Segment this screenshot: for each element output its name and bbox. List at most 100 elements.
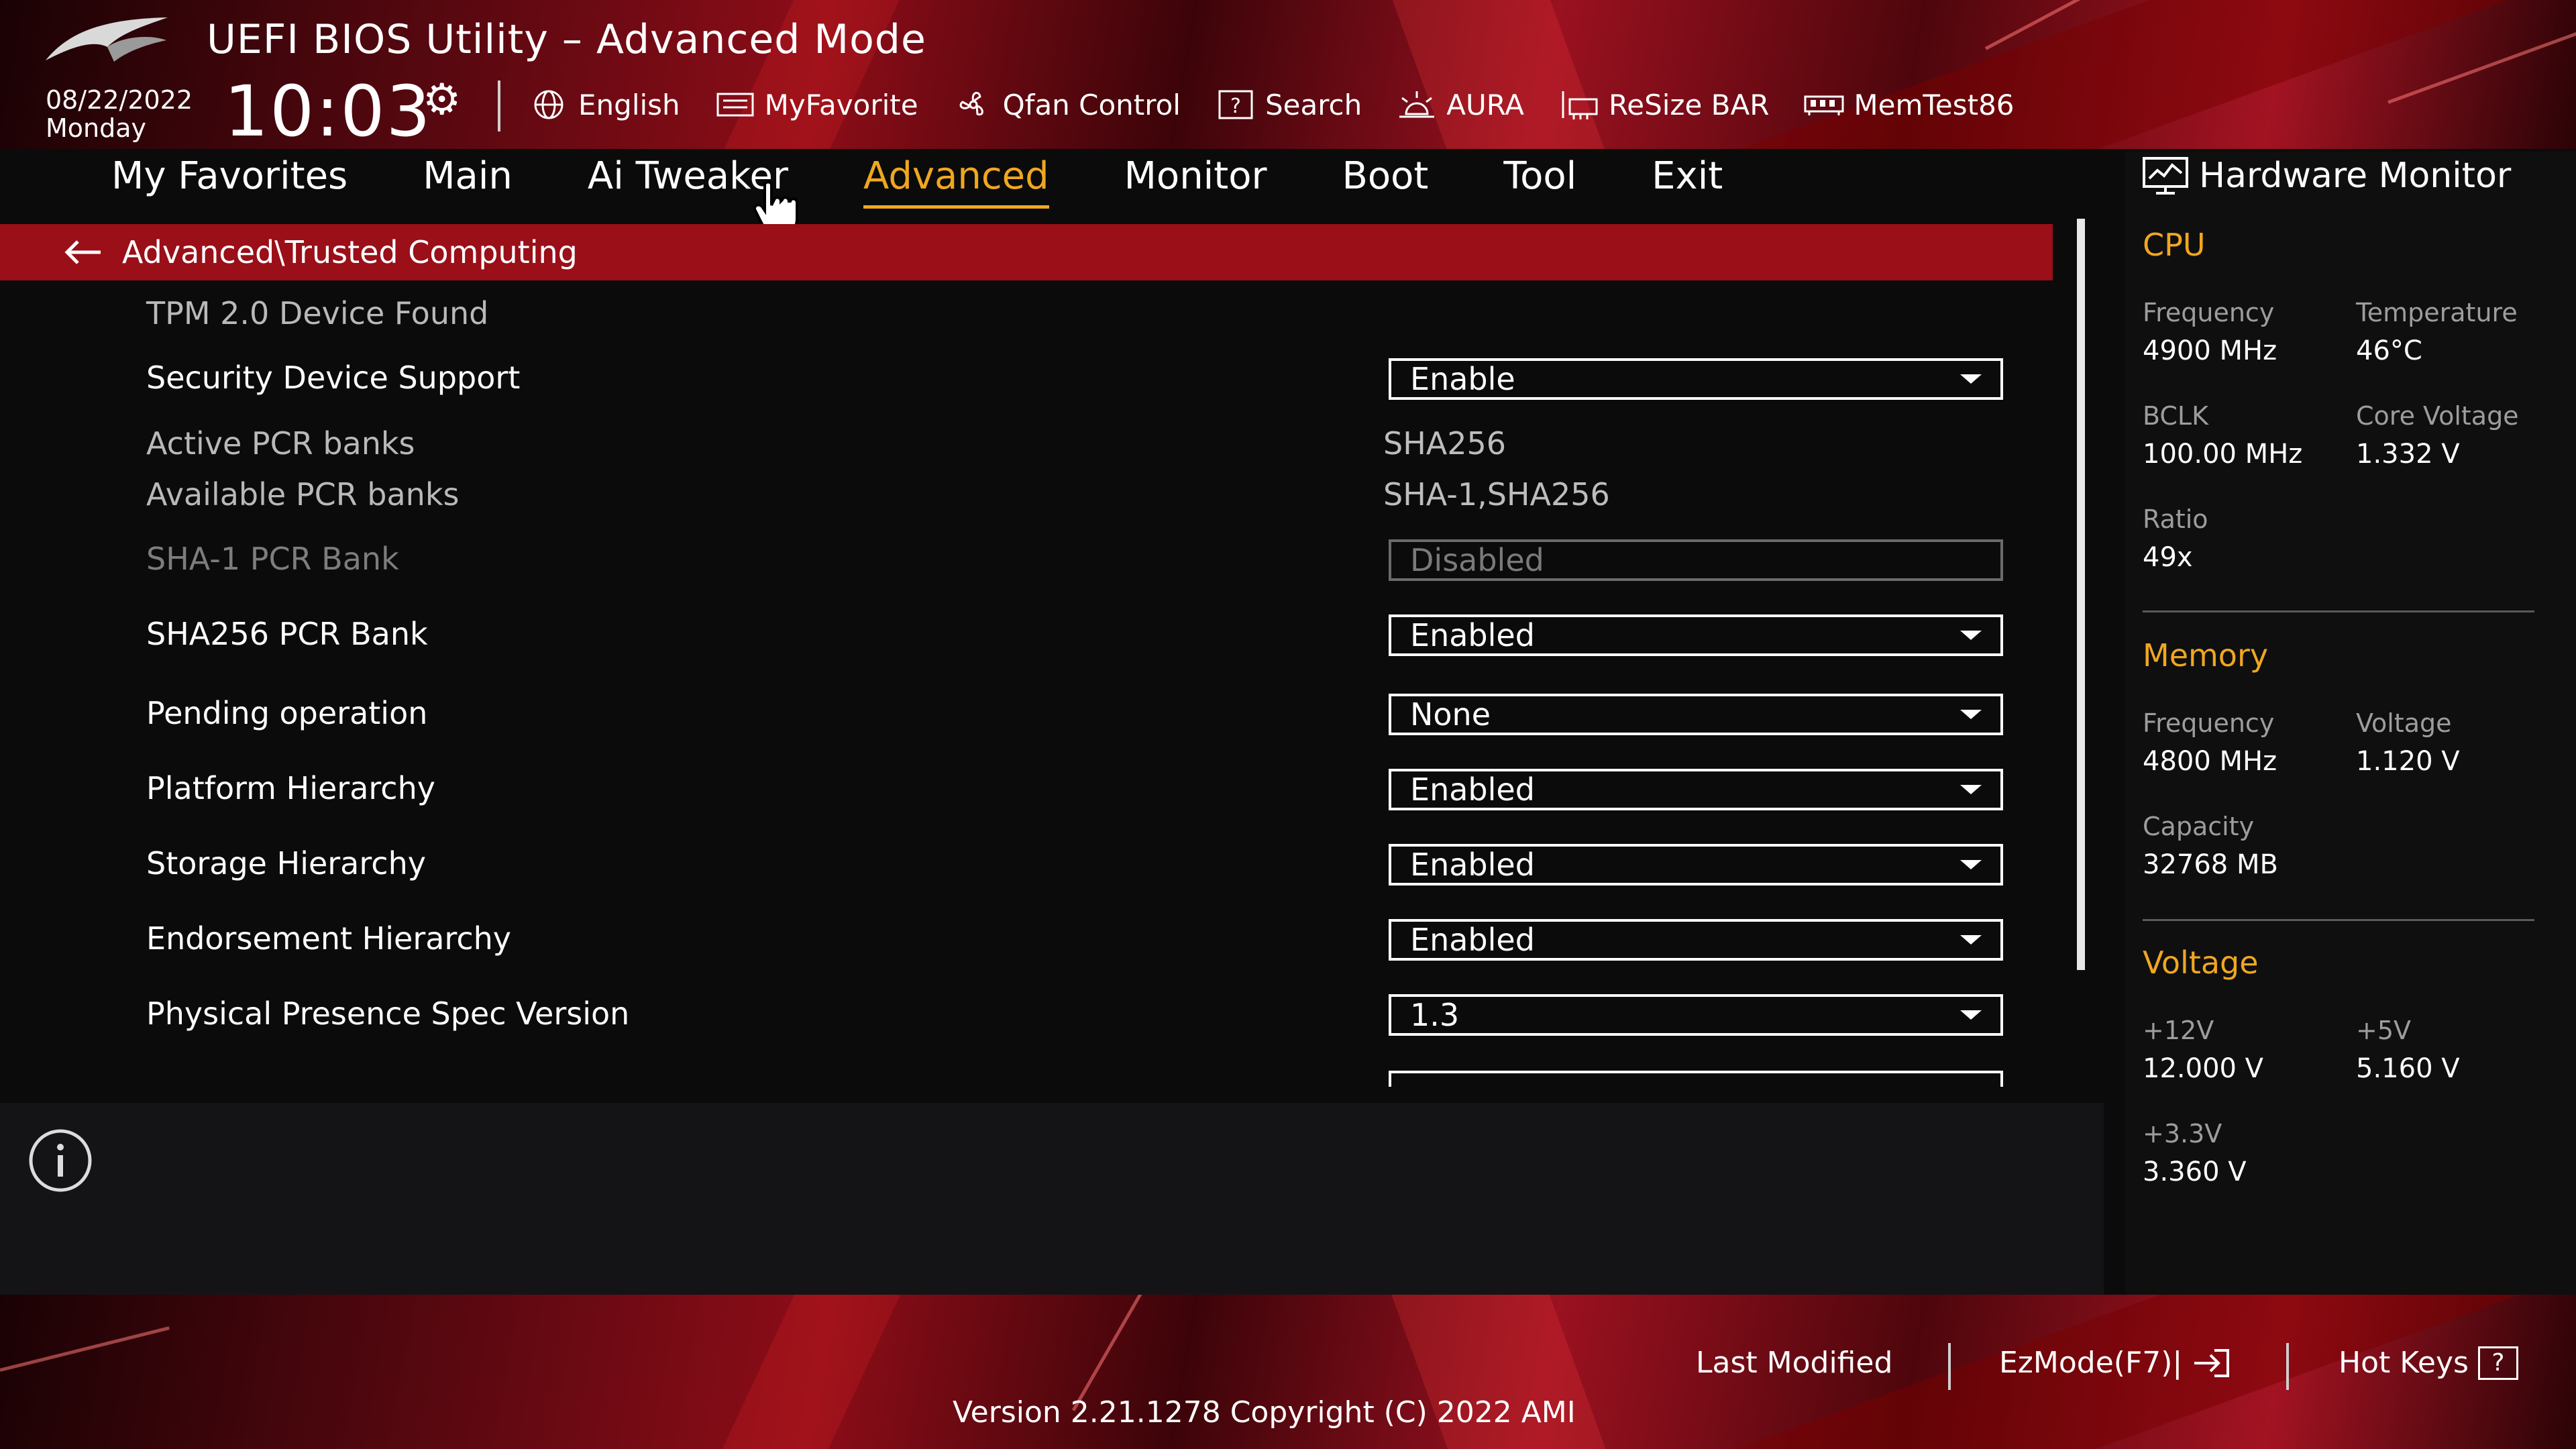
question-box-icon: ? xyxy=(1218,90,1253,119)
available-pcr-banks-label: Available PCR banks xyxy=(146,476,460,513)
pending-operation-label[interactable]: Pending operation xyxy=(146,695,427,731)
header-toolbar: English MyFavorite Qfan Control ? Search… xyxy=(527,85,2015,125)
ratio-value: 49x xyxy=(2143,542,2193,573)
ezmode-button[interactable]: EzMode(F7)| xyxy=(1999,1346,2232,1380)
tab-exit[interactable]: Exit xyxy=(1652,154,1723,205)
platform-hierarchy-dropdown[interactable]: Enabled xyxy=(1389,769,2003,810)
settings-scrollbar[interactable] xyxy=(2077,219,2085,970)
storage-hierarchy-dropdown[interactable]: Enabled xyxy=(1389,844,2003,885)
footer-divider xyxy=(1948,1343,1951,1390)
dropdown-value: Disabled xyxy=(1410,542,1544,578)
endorsement-hierarchy-label[interactable]: Endorsement Hierarchy xyxy=(146,920,511,957)
cpu-temperature-value: 46°C xyxy=(2356,335,2422,366)
language-label: English xyxy=(578,88,680,121)
date-display: 08/22/2022 Monday xyxy=(46,86,193,142)
myfavorite-label: MyFavorite xyxy=(764,88,918,121)
qfan-button[interactable]: Qfan Control xyxy=(952,87,1181,122)
v12-label: +12V xyxy=(2143,1016,2214,1045)
tab-advanced[interactable]: Advanced xyxy=(863,154,1049,209)
memory-section-title: Memory xyxy=(2143,637,2269,674)
memory-capacity-label: Capacity xyxy=(2143,812,2255,841)
language-button[interactable]: English xyxy=(527,87,680,122)
chevron-down-icon xyxy=(1960,710,1982,719)
aura-label: AURA xyxy=(1446,88,1524,121)
tab-monitor[interactable]: Monitor xyxy=(1124,154,1267,205)
memory-frequency-value: 4800 MHz xyxy=(2143,746,2277,777)
info-panel xyxy=(0,1103,2104,1295)
last-modified-button[interactable]: Last Modified xyxy=(1696,1346,1892,1380)
core-voltage-value: 1.332 V xyxy=(2356,439,2460,470)
active-pcr-banks-value: SHA256 xyxy=(1383,425,1507,462)
date-text: 08/22/2022 xyxy=(46,85,193,115)
resize-bar-button[interactable]: ReSize BAR xyxy=(1558,87,1769,122)
dropdown-value: None xyxy=(1410,696,1491,733)
cpu-frequency-value: 4900 MHz xyxy=(2143,335,2277,366)
dropdown-value: 1.3 xyxy=(1410,997,1460,1033)
exit-arrow-icon xyxy=(2194,1348,2230,1377)
clock-display[interactable]: 10:03 xyxy=(224,71,432,152)
svg-text:?: ? xyxy=(1230,95,1241,118)
v33-value: 3.360 V xyxy=(2143,1157,2247,1187)
physical-presence-spec-dropdown[interactable]: 1.3 xyxy=(1389,994,2003,1036)
back-arrow-icon[interactable] xyxy=(62,239,105,266)
sha256-pcr-bank-label[interactable]: SHA256 PCR Bank xyxy=(146,616,428,652)
breadcrumb: Advanced\Trusted Computing xyxy=(0,224,2053,280)
sha256-pcr-bank-dropdown[interactable]: Enabled xyxy=(1389,614,2003,656)
hw-separator xyxy=(2143,610,2534,612)
settings-list: TPM 2.0 Device Found Security Device Sup… xyxy=(0,282,2100,1087)
gear-icon[interactable]: ⚙ xyxy=(423,75,461,125)
next-setting-dropdown[interactable] xyxy=(1389,1071,2003,1087)
tab-main[interactable]: Main xyxy=(423,154,513,205)
info-icon xyxy=(29,1129,92,1192)
cpu-frequency-label: Frequency xyxy=(2143,298,2275,327)
memory-capacity-value: 32768 MB xyxy=(2143,849,2278,880)
version-text: Version 2.21.1278 Copyright (C) 2022 AMI xyxy=(953,1395,1576,1430)
footer-divider xyxy=(2286,1343,2289,1390)
memtest-button[interactable]: MemTest86 xyxy=(1803,87,2015,122)
breadcrumb-path: Advanced\Trusted Computing xyxy=(122,234,578,270)
tab-my-favorites[interactable]: My Favorites xyxy=(111,154,347,205)
question-box-icon: ? xyxy=(2477,1346,2518,1380)
hot-keys-button[interactable]: Hot Keys ? xyxy=(2339,1346,2518,1380)
myfavorite-button[interactable]: MyFavorite xyxy=(714,87,918,122)
header-divider xyxy=(498,80,500,131)
ratio-label: Ratio xyxy=(2143,504,2208,534)
memory-voltage-label: Voltage xyxy=(2356,708,2452,738)
tab-tool[interactable]: Tool xyxy=(1503,154,1576,205)
chevron-down-icon xyxy=(1960,785,1982,794)
hw-separator xyxy=(2143,919,2534,921)
hot-keys-label: Hot Keys xyxy=(2339,1346,2469,1380)
sha1-pcr-bank-dropdown: Disabled xyxy=(1389,539,2003,581)
search-button[interactable]: ? Search xyxy=(1214,87,1362,122)
endorsement-hierarchy-dropdown[interactable]: Enabled xyxy=(1389,919,2003,961)
last-modified-label: Last Modified xyxy=(1696,1346,1893,1380)
storage-hierarchy-label[interactable]: Storage Hierarchy xyxy=(146,845,426,881)
resize-bar-label: ReSize BAR xyxy=(1608,88,1770,121)
cpu-temperature-label: Temperature xyxy=(2356,298,2518,327)
v12-value: 12.000 V xyxy=(2143,1053,2264,1084)
hardware-monitor-title: Hardware Monitor xyxy=(2141,156,2511,196)
sha1-pcr-bank-label: SHA-1 PCR Bank xyxy=(146,541,399,577)
chevron-down-icon xyxy=(1960,1010,1982,1020)
pending-operation-dropdown[interactable]: None xyxy=(1389,694,2003,735)
physical-presence-spec-label[interactable]: Physical Presence Spec Version xyxy=(146,996,629,1032)
v33-label: +3.3V xyxy=(2143,1119,2222,1148)
security-device-support-label[interactable]: Security Device Support xyxy=(146,360,520,396)
light-icon xyxy=(1399,91,1435,118)
available-pcr-banks-value: SHA-1,SHA256 xyxy=(1383,476,1610,513)
dropdown-value: Enabled xyxy=(1410,771,1535,808)
dropdown-value: Enabled xyxy=(1410,847,1535,883)
security-device-support-dropdown[interactable]: Enable xyxy=(1389,358,2003,400)
tab-boot[interactable]: Boot xyxy=(1342,154,1428,205)
monitor-icon xyxy=(2143,157,2188,195)
voltage-section-title: Voltage xyxy=(2143,945,2259,981)
platform-hierarchy-label[interactable]: Platform Hierarchy xyxy=(146,770,435,806)
chevron-down-icon xyxy=(1960,935,1982,945)
aura-button[interactable]: AURA xyxy=(1395,87,1524,122)
app-title: UEFI BIOS Utility – Advanced Mode xyxy=(207,16,926,63)
memory-voltage-value: 1.120 V xyxy=(2356,746,2460,777)
v5-value: 5.160 V xyxy=(2356,1053,2460,1084)
dropdown-value: Enabled xyxy=(1410,617,1535,653)
memtest-label: MemTest86 xyxy=(1854,88,2015,121)
chevron-down-icon xyxy=(1960,374,1982,384)
